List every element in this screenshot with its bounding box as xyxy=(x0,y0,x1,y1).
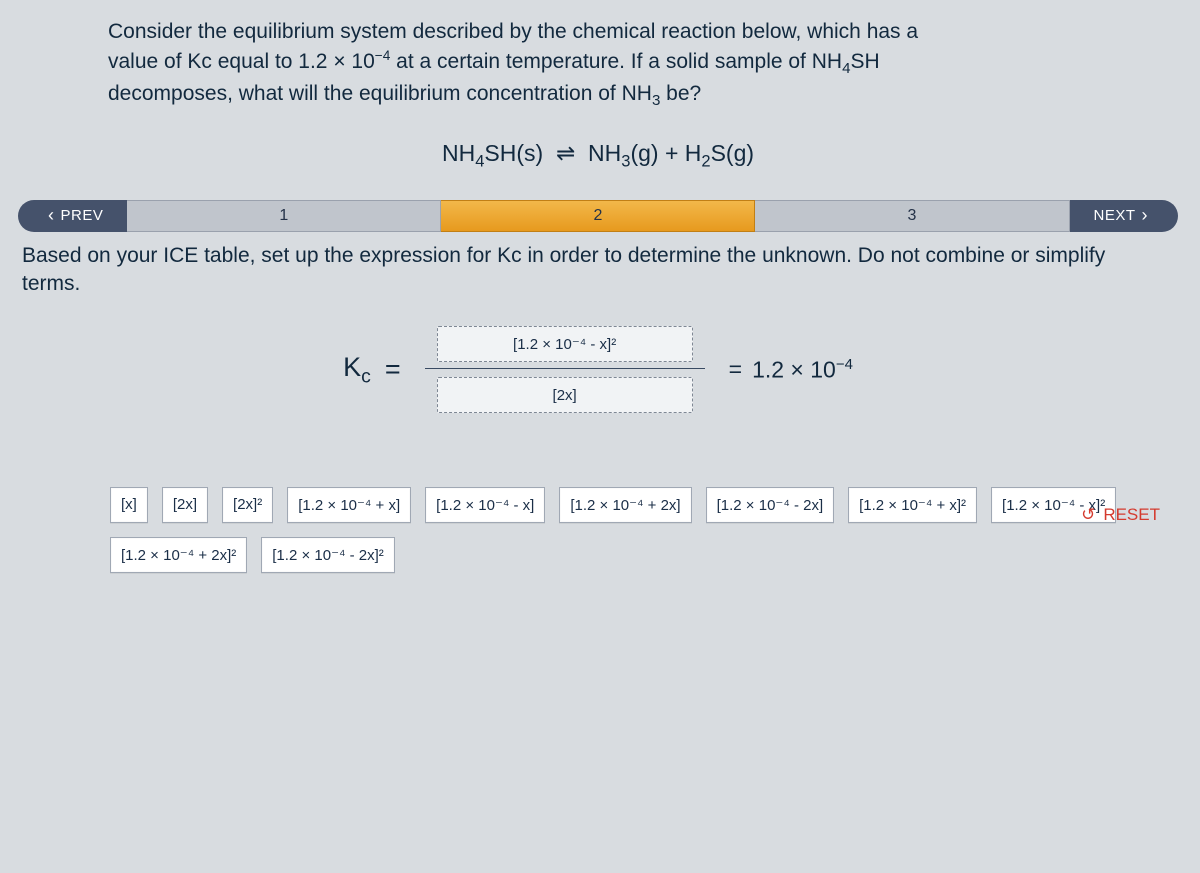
chevron-left-icon: ‹ xyxy=(48,205,55,226)
pill-2-label: 2 xyxy=(593,207,602,225)
eq-rhs-a: NH xyxy=(588,140,621,166)
tile-plus-x[interactable]: [1.2 × 10⁻⁴ + x] xyxy=(287,487,411,523)
undo-icon: ↺ xyxy=(1081,505,1095,525)
q-line3a: decomposes, what will the equilibrium co… xyxy=(108,82,652,105)
step-navbar: ‹ PREV 1 2 3 NEXT › xyxy=(18,200,1178,232)
tile-plus-2x-sq[interactable]: [1.2 × 10⁻⁴ + 2x]² xyxy=(110,537,247,573)
tile-label: [1.2 × 10⁻⁴ - 2x]² xyxy=(272,547,384,564)
eq-lhs-a: NH xyxy=(442,140,475,166)
tile-label: [1.2 × 10⁻⁴ - 2x] xyxy=(717,497,824,514)
numerator-value: [1.2 × 10⁻⁴ - x]² xyxy=(513,335,616,353)
kc-rhs: = 1.2 × 10−4 xyxy=(729,356,853,384)
step-pill-1[interactable]: 1 xyxy=(127,200,441,232)
q-line1: Consider the equilibrium system describe… xyxy=(108,20,918,43)
prev-label: PREV xyxy=(61,207,104,224)
chevron-right-icon: › xyxy=(1142,205,1149,226)
kc-symbol: Kc = xyxy=(343,352,401,388)
tile-label: [1.2 × 10⁻⁴ - x] xyxy=(436,497,534,514)
question-text: Consider the equilibrium system describe… xyxy=(108,18,1058,112)
q-line2a: value of Kc equal to 1.2 × 10 xyxy=(108,50,375,73)
tile-plus-2x[interactable]: [1.2 × 10⁻⁴ + 2x] xyxy=(559,487,691,523)
eq-arrow: ⇌ xyxy=(556,140,575,166)
tile-label: [1.2 × 10⁻⁴ + x]² xyxy=(859,497,966,514)
q-line2c: SH xyxy=(850,50,879,73)
q-line3b: be? xyxy=(660,82,701,105)
rhs-eq: = xyxy=(729,356,742,383)
eq-sub4a: 4 xyxy=(475,152,484,171)
pill-3-label: 3 xyxy=(908,207,917,225)
tile-label: [x] xyxy=(121,496,137,513)
rhs-exp: −4 xyxy=(836,356,853,373)
tile-plus-x-sq[interactable]: [1.2 × 10⁻⁴ + x]² xyxy=(848,487,977,523)
tile-label: [1.2 × 10⁻⁴ + 2x]² xyxy=(121,547,236,564)
reset-button[interactable]: ↺ RESET xyxy=(1081,505,1160,525)
tile-label: [2x] xyxy=(173,496,197,513)
answer-tiles: [x] [2x] [2x]² [1.2 × 10⁻⁴ + x] [1.2 × 1… xyxy=(110,487,1138,573)
tile-label: [1.2 × 10⁻⁴ + 2x] xyxy=(570,497,680,514)
eq-sub2: 2 xyxy=(701,152,710,171)
fraction-bar xyxy=(425,368,705,369)
next-button[interactable]: NEXT › xyxy=(1070,200,1179,232)
rhs-val: 1.2 × 10 xyxy=(752,357,836,383)
denominator-value: [2x] xyxy=(553,387,577,404)
step-pill-3[interactable]: 3 xyxy=(755,200,1069,232)
eq-rhs-c: S(g) xyxy=(711,140,754,166)
tile-label: [1.2 × 10⁻⁴ + x] xyxy=(298,497,400,514)
q-kc-exp: −4 xyxy=(375,48,391,63)
step-pill-2[interactable]: 2 xyxy=(441,200,755,232)
prev-button[interactable]: ‹ PREV xyxy=(18,200,127,232)
tile-2x[interactable]: [2x] xyxy=(162,487,208,523)
kc-equals: = xyxy=(385,354,401,385)
numerator-dropzone[interactable]: [1.2 × 10⁻⁴ - x]² xyxy=(437,326,693,362)
kc-sub: c xyxy=(361,365,371,387)
pill-1-label: 1 xyxy=(279,207,288,225)
eq-rhs-b: (g) + H xyxy=(630,140,701,166)
reaction-equation: NH4SH(s) ⇌ NH3(g) + H2S(g) xyxy=(18,140,1178,172)
tile-2x-sq[interactable]: [2x]² xyxy=(222,487,273,523)
q-line2b: at a certain temperature. If a solid sam… xyxy=(390,50,842,73)
denominator-dropzone[interactable]: [2x] xyxy=(437,377,693,413)
reset-label: RESET xyxy=(1103,505,1160,525)
eq-lhs-b: SH(s) xyxy=(484,140,543,166)
kc-fraction: [1.2 × 10⁻⁴ - x]² [2x] xyxy=(425,326,705,413)
tile-x[interactable]: [x] xyxy=(110,487,148,523)
kc-expression: Kc = [1.2 × 10⁻⁴ - x]² [2x] = 1.2 × 10−4 xyxy=(18,326,1178,413)
tile-minus-2x[interactable]: [1.2 × 10⁻⁴ - 2x] xyxy=(706,487,835,523)
tile-label: [2x]² xyxy=(233,496,262,513)
next-label: NEXT xyxy=(1094,207,1136,224)
step-instruction: Based on your ICE table, set up the expr… xyxy=(22,242,1148,299)
kc-letter: K xyxy=(343,352,361,382)
tile-minus-2x-sq[interactable]: [1.2 × 10⁻⁴ - 2x]² xyxy=(261,537,395,573)
tile-minus-x[interactable]: [1.2 × 10⁻⁴ - x] xyxy=(425,487,545,523)
